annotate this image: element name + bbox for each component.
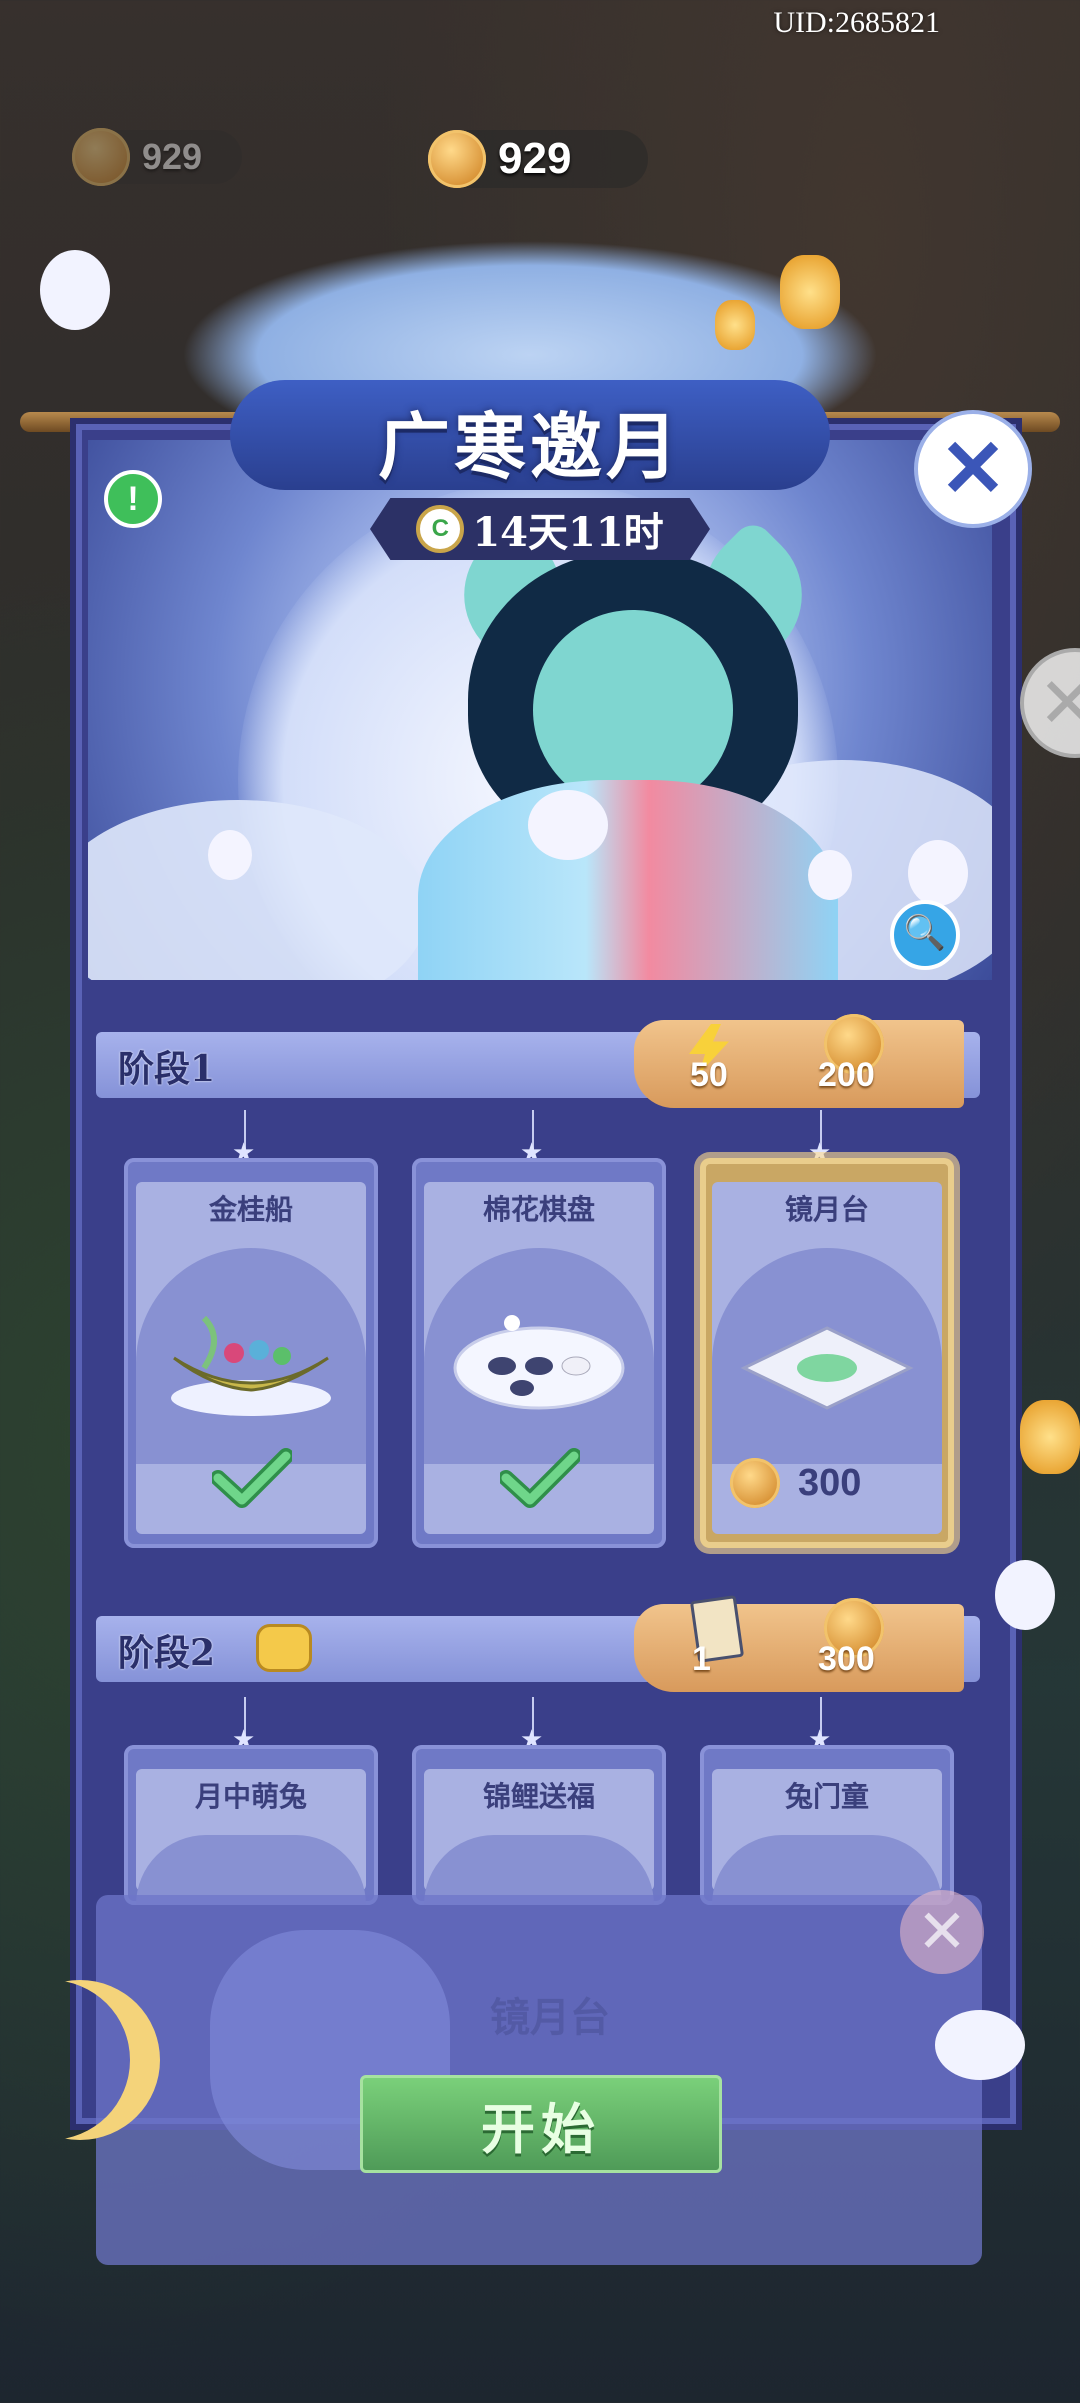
owned-check-icon — [500, 1448, 580, 1508]
overlay-close-icon[interactable]: ✕ — [900, 1890, 984, 1974]
lantern-decoration — [715, 300, 755, 350]
stage1-energy-reward: 50 — [690, 1056, 728, 1094]
item-name: 月中萌兔 — [194, 1780, 307, 1813]
golden-boat-image — [171, 1315, 331, 1416]
coin-purse-icon — [256, 1624, 312, 1672]
zoom-icon[interactable]: 🔍 — [890, 900, 960, 970]
coin-counter-faded: 929 — [72, 128, 242, 186]
stage2-rewards: 1 300 — [634, 1595, 964, 1692]
bunny-decoration — [935, 2010, 1025, 2080]
close-icon: ✕ — [939, 424, 1007, 513]
item-name: 棉花棋盘 — [482, 1193, 595, 1226]
coin-count: 929 — [498, 134, 572, 183]
stage2-bar: 阶段2 1 300 — [96, 1595, 980, 1692]
stage1-bar: 阶段1 50 200 — [96, 1014, 980, 1108]
item-price: 300 — [730, 1458, 861, 1508]
item-card-selected[interactable]: ★ 镜月台 300 — [700, 1110, 954, 1548]
item-name: 锦鲤送福 — [482, 1780, 595, 1813]
lantern-decoration — [780, 255, 840, 329]
stage2-card-reward: 1 — [692, 1640, 711, 1678]
stage1-label: 阶段1 — [118, 1048, 216, 1090]
item-card[interactable]: ★ 棉花棋盘 — [412, 1110, 666, 1548]
item-card[interactable]: ★ 月中萌兔 — [124, 1697, 378, 1905]
mooncake-coin-icon — [730, 1458, 780, 1508]
item-name: 镜月台 — [784, 1193, 869, 1226]
coin-count-faded: 929 — [142, 136, 203, 177]
stage1-coin-reward: 200 — [818, 1056, 875, 1094]
event-timer: C 14天11时 — [370, 498, 710, 560]
stage1-rewards: 50 200 — [634, 1014, 964, 1108]
user-id-label: UID:2685821 — [773, 6, 940, 39]
mooncake-coin-icon — [428, 130, 486, 188]
bunny-decoration — [995, 1560, 1055, 1630]
mooncake-coin-icon — [72, 128, 130, 186]
crescent-moon-decoration — [0, 1980, 160, 2140]
item-name: 兔门童 — [784, 1780, 869, 1813]
bunny-decoration — [40, 250, 110, 330]
item-card[interactable]: ★ 锦鲤送福 — [412, 1697, 666, 1905]
timer-text: 14天11时 — [472, 509, 664, 556]
start-button-label: 开始 — [481, 2096, 601, 2161]
item-card[interactable]: ★ 兔门童 — [700, 1697, 954, 1905]
item-card[interactable]: ★ 金桂船 — [124, 1110, 378, 1548]
overlay-item-name: 镜月台 — [490, 1994, 610, 2041]
stage2-label: 阶段2 — [118, 1632, 216, 1674]
info-icon[interactable]: ! — [104, 470, 162, 528]
stage2-coin-reward: 300 — [818, 1640, 875, 1678]
item-name: 金桂船 — [208, 1193, 293, 1226]
coin-counter: 929 — [428, 130, 648, 188]
lantern-decoration — [1020, 1400, 1080, 1474]
owned-check-icon — [212, 1448, 292, 1508]
clock-icon: C — [416, 505, 465, 553]
item-price-value: 300 — [798, 1461, 862, 1504]
event-title: 广寒邀月 — [377, 404, 682, 489]
cotton-chessboard-image — [453, 1315, 625, 1410]
close-button[interactable]: ✕ — [914, 410, 1032, 528]
mirror-moon-platform-image — [740, 1326, 914, 1410]
start-button[interactable]: 开始 — [360, 2075, 722, 2173]
